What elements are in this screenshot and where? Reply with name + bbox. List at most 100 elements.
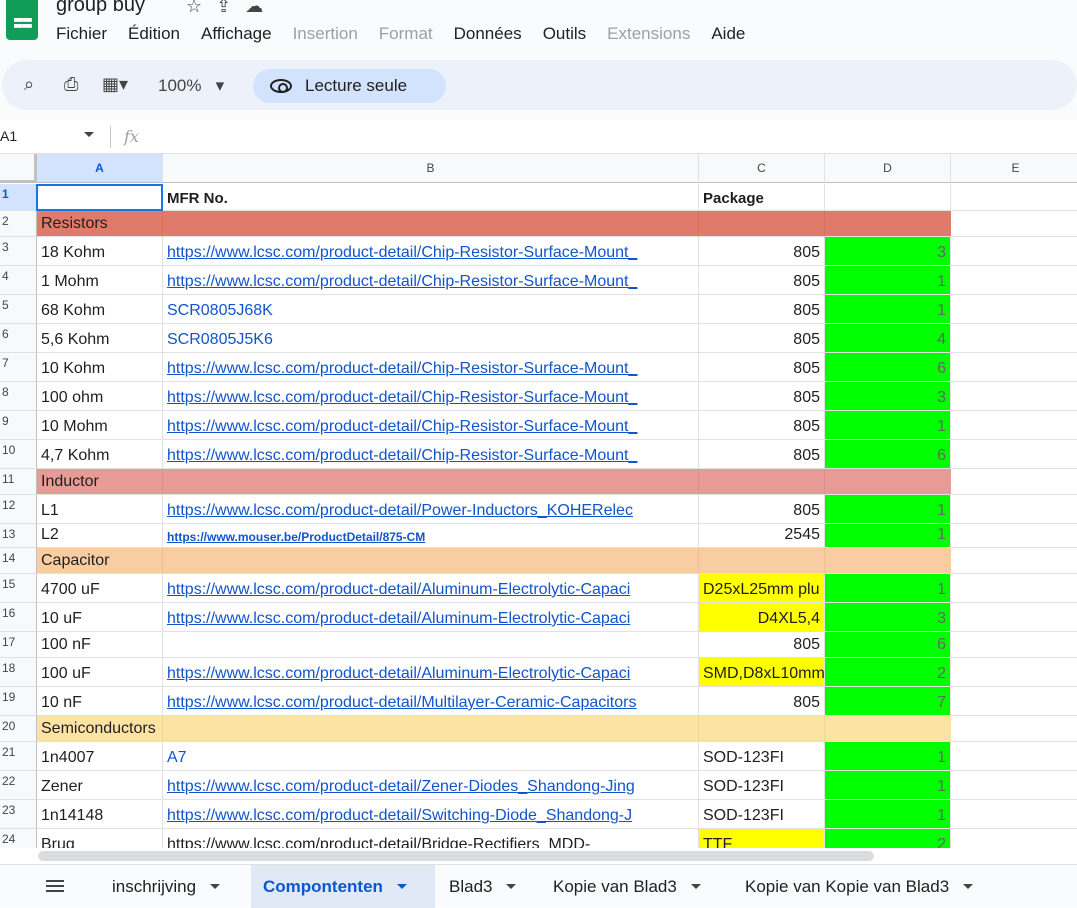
- row-header[interactable]: 22: [0, 771, 37, 800]
- quantity-cell[interactable]: 3: [825, 382, 951, 411]
- mfr-link-cell[interactable]: A7: [163, 742, 699, 771]
- package-cell[interactable]: SOD-123FI: [699, 800, 825, 829]
- mfr-link-cell[interactable]: SCR0805J68K: [163, 295, 699, 324]
- chevron-down-icon[interactable]: [963, 884, 974, 889]
- mfr-link-cell[interactable]: https://www.lcsc.com/product-detail/Alum…: [163, 574, 699, 603]
- cell-e[interactable]: [951, 829, 1077, 848]
- component-name-cell[interactable]: 10 uF: [37, 603, 163, 632]
- row-header[interactable]: 16: [0, 603, 37, 632]
- component-name-cell[interactable]: 10 Mohm: [37, 411, 163, 440]
- cell-e[interactable]: [951, 295, 1077, 324]
- package-cell[interactable]: 805: [699, 632, 825, 658]
- mfr-link-cell[interactable]: https://www.lcsc.com/product-detail/Chip…: [163, 411, 699, 440]
- column-title-package[interactable]: Package: [699, 184, 825, 211]
- select-all-corner[interactable]: [0, 154, 37, 183]
- package-cell[interactable]: 805: [699, 237, 825, 266]
- component-name-cell[interactable]: Zener: [37, 771, 163, 800]
- row-header[interactable]: 14: [0, 548, 37, 574]
- cell-e[interactable]: [951, 266, 1077, 295]
- component-name-cell[interactable]: 100 nF: [37, 632, 163, 658]
- search-icon[interactable]: ⌕: [24, 74, 34, 95]
- cell-e[interactable]: [951, 524, 1077, 548]
- cell-e[interactable]: [951, 800, 1077, 829]
- sheet-tab[interactable]: Blad3: [437, 865, 533, 908]
- cell-e[interactable]: [951, 716, 1077, 742]
- package-cell[interactable]: D25xL25mm plu: [699, 574, 825, 603]
- sheet-tab[interactable]: Compontenten: [251, 865, 435, 908]
- menu-item-insertion[interactable]: Insertion: [293, 24, 358, 44]
- menu-item-aide[interactable]: Aide: [711, 24, 745, 44]
- menu-item--dition[interactable]: Édition: [128, 24, 180, 44]
- row-header[interactable]: 10: [0, 440, 37, 469]
- row-header[interactable]: 7: [0, 353, 37, 382]
- row-header[interactable]: 5: [0, 295, 37, 324]
- section-header-cell[interactable]: Inductor: [37, 469, 951, 495]
- column-header-d[interactable]: D: [825, 154, 951, 183]
- cell-e[interactable]: [951, 574, 1077, 603]
- mfr-link-cell[interactable]: https://www.lcsc.com/product-detail/Chip…: [163, 266, 699, 295]
- package-cell[interactable]: 805: [699, 411, 825, 440]
- cell-e[interactable]: [951, 324, 1077, 353]
- quantity-cell[interactable]: 3: [825, 237, 951, 266]
- cell-e[interactable]: [951, 658, 1077, 687]
- component-name-cell[interactable]: 1n14148: [37, 800, 163, 829]
- cell-e[interactable]: [951, 382, 1077, 411]
- component-name-cell[interactable]: 100 ohm: [37, 382, 163, 411]
- name-box-dropdown-icon[interactable]: [84, 132, 94, 137]
- component-name-cell[interactable]: 10 nF: [37, 687, 163, 716]
- component-name-cell[interactable]: 5,6 Kohm: [37, 324, 163, 353]
- scrollbar-thumb[interactable]: [38, 851, 874, 861]
- cell-e[interactable]: [951, 440, 1077, 469]
- cell-e[interactable]: [951, 184, 1077, 211]
- component-name-cell[interactable]: Brug: [37, 829, 163, 848]
- row-header[interactable]: 1: [0, 184, 37, 211]
- cell-e[interactable]: [951, 411, 1077, 440]
- cell-e[interactable]: [951, 237, 1077, 266]
- mfr-link-cell[interactable]: https://www.lcsc.com/product-detail/Alum…: [163, 603, 699, 632]
- row-header[interactable]: 15: [0, 574, 37, 603]
- spreadsheet-grid[interactable]: A B C D E 1 MFR No. Package 2 Resistors 3 18 Kohm ht…: [0, 154, 1077, 848]
- mfr-link-cell[interactable]: [163, 632, 699, 658]
- quantity-cell[interactable]: 6: [825, 353, 951, 382]
- package-cell[interactable]: TTF: [699, 829, 825, 848]
- row-header[interactable]: 21: [0, 742, 37, 771]
- horizontal-scrollbar[interactable]: [0, 848, 1077, 864]
- cell-e[interactable]: [951, 632, 1077, 658]
- menu-item-donn-es[interactable]: Données: [454, 24, 522, 44]
- mfr-link-cell[interactable]: https://www.lcsc.com/product-detail/Zene…: [163, 771, 699, 800]
- component-name-cell[interactable]: 1 Mohm: [37, 266, 163, 295]
- component-name-cell[interactable]: 68 Kohm: [37, 295, 163, 324]
- row-header[interactable]: 4: [0, 266, 37, 295]
- zoom-select[interactable]: 100% ▾: [158, 76, 224, 96]
- package-cell[interactable]: 805: [699, 324, 825, 353]
- quantity-cell[interactable]: 1: [825, 295, 951, 324]
- quantity-cell[interactable]: 2: [825, 658, 951, 687]
- mfr-link-cell[interactable]: https://www.lcsc.com/product-detail/Brid…: [163, 829, 699, 848]
- component-name-cell[interactable]: 4700 uF: [37, 574, 163, 603]
- cell-e[interactable]: [951, 687, 1077, 716]
- cell-e[interactable]: [951, 742, 1077, 771]
- mfr-link-cell[interactable]: https://www.lcsc.com/product-detail/Powe…: [163, 495, 699, 524]
- row-header[interactable]: 23: [0, 800, 37, 829]
- section-header-cell[interactable]: Capacitor: [37, 548, 951, 574]
- row-header[interactable]: 3: [0, 237, 37, 266]
- package-cell[interactable]: 2545: [699, 524, 825, 548]
- sheet-tab[interactable]: inschrijving: [100, 865, 243, 908]
- sheet-tab[interactable]: Kopie van Blad3: [541, 865, 721, 908]
- cell-e[interactable]: [951, 469, 1077, 495]
- mfr-link-cell[interactable]: https://www.mouser.be/ProductDetail/875-…: [163, 524, 699, 548]
- mfr-link-cell[interactable]: https://www.lcsc.com/product-detail/Swit…: [163, 800, 699, 829]
- quantity-cell[interactable]: 7: [825, 687, 951, 716]
- row-header[interactable]: 13: [0, 524, 37, 548]
- quantity-cell[interactable]: 6: [825, 632, 951, 658]
- chevron-down-icon[interactable]: [210, 884, 221, 889]
- component-name-cell[interactable]: 4,7 Kohm: [37, 440, 163, 469]
- row-header[interactable]: 19: [0, 687, 37, 716]
- column-header-e[interactable]: E: [951, 154, 1077, 183]
- component-name-cell[interactable]: 100 uF: [37, 658, 163, 687]
- cell-e[interactable]: [951, 211, 1077, 237]
- package-cell[interactable]: 805: [699, 266, 825, 295]
- format-icon[interactable]: ▦▾: [102, 74, 128, 95]
- cell-e[interactable]: [951, 548, 1077, 574]
- package-cell[interactable]: 805: [699, 495, 825, 524]
